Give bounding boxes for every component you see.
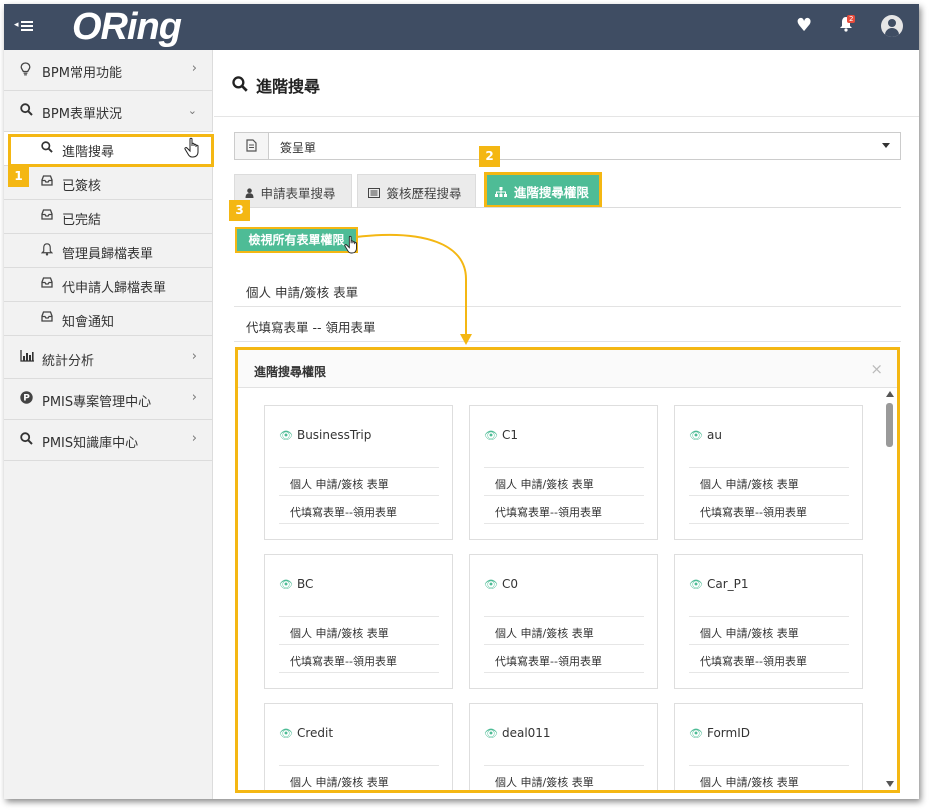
- card-name[interactable]: C0: [502, 577, 518, 591]
- card-line[interactable]: 代填寫表單--領用表單: [495, 504, 602, 520]
- permission-card: 👁 C1 個人 申請/簽核 表單 代填寫表單--領用表單: [469, 405, 658, 540]
- permission-card: 👁 BC 個人 申請/簽核 表單 代填寫表單--領用表單: [264, 554, 453, 689]
- card-line[interactable]: 代填寫表單--領用表單: [290, 653, 397, 669]
- card-name[interactable]: au: [707, 428, 722, 442]
- card-line[interactable]: 代填寫表單--領用表單: [290, 504, 397, 520]
- card-name[interactable]: C1: [502, 428, 518, 442]
- scroll-down-icon[interactable]: [886, 781, 894, 787]
- eye-icon: 👁: [484, 429, 498, 442]
- card-line[interactable]: 代填寫表單--領用表單: [495, 653, 602, 669]
- eye-icon: 👁: [689, 727, 703, 740]
- eye-icon: 👁: [484, 727, 498, 740]
- eye-icon: 👁: [279, 578, 293, 591]
- scroll-up-icon[interactable]: [886, 391, 894, 397]
- permission-card: 👁 BusinessTrip 個人 申請/簽核 表單 代填寫表單--領用表單: [264, 405, 453, 540]
- eye-icon: 👁: [689, 578, 703, 591]
- permission-card: 👁Credit 個人 申請/簽核 表單 代填寫表單--領用表單: [264, 703, 453, 790]
- card-line[interactable]: 個人 申請/簽核 表單: [700, 476, 799, 492]
- card-line[interactable]: 個人 申請/簽核 表單: [495, 625, 594, 641]
- card-line[interactable]: 代填寫表單--領用表單: [700, 504, 807, 520]
- card-name[interactable]: BC: [297, 577, 313, 591]
- modal-title: 進階搜尋權限: [254, 365, 327, 379]
- permission-modal: 進階搜尋權限 × 👁 BusinessTrip 個人 申請/簽核 表單 代填寫表單…: [235, 347, 900, 793]
- card-name[interactable]: Credit: [297, 726, 333, 740]
- permission-card: 👁 Car_P1 個人 申請/簽核 表單 代填寫表單--領用表單: [674, 554, 863, 689]
- card-line[interactable]: 代填寫表單--領用表單: [700, 653, 807, 669]
- scroll-thumb[interactable]: [886, 403, 893, 447]
- eye-icon: 👁: [279, 429, 293, 442]
- eye-icon: 👁: [484, 578, 498, 591]
- card-line[interactable]: 個人 申請/簽核 表單: [495, 774, 594, 790]
- card-line[interactable]: 個人 申請/簽核 表單: [290, 774, 389, 790]
- card-name[interactable]: deal011: [502, 726, 551, 740]
- card-name[interactable]: BusinessTrip: [297, 428, 371, 442]
- modal-header: 進階搜尋權限 ×: [238, 350, 897, 388]
- card-line[interactable]: 個人 申請/簽核 表單: [700, 625, 799, 641]
- permission-card: 👁 au 個人 申請/簽核 表單 代填寫表單--領用表單: [674, 405, 863, 540]
- app-window: ◂ ORing ♥ 2 BPM常用功能 › BPM表單狀況 ⌄ 進階搜尋 已簽核…: [4, 4, 919, 799]
- card-name[interactable]: FormID: [707, 726, 750, 740]
- card-name[interactable]: Car_P1: [707, 577, 749, 591]
- eye-icon: 👁: [689, 429, 703, 442]
- eye-icon: 👁: [279, 727, 293, 740]
- card-line[interactable]: 個人 申請/簽核 表單: [290, 625, 389, 641]
- modal-body: 👁 BusinessTrip 個人 申請/簽核 表單 代填寫表單--領用表單 👁 C…: [238, 389, 883, 790]
- permission-card: 👁deal011 個人 申請/簽核 表單 代填寫表單--領用表單: [469, 703, 658, 790]
- card-line[interactable]: 個人 申請/簽核 表單: [700, 774, 799, 790]
- permission-card: 👁FormID 個人 申請/簽核 表單 代填寫表單--領用表單: [674, 703, 863, 790]
- card-line[interactable]: 個人 申請/簽核 表單: [495, 476, 594, 492]
- card-line[interactable]: 個人 申請/簽核 表單: [290, 476, 389, 492]
- close-icon[interactable]: ×: [870, 360, 883, 378]
- permission-card: 👁 C0 個人 申請/簽核 表單 代填寫表單--領用表單: [469, 554, 658, 689]
- modal-scrollbar[interactable]: [885, 391, 895, 789]
